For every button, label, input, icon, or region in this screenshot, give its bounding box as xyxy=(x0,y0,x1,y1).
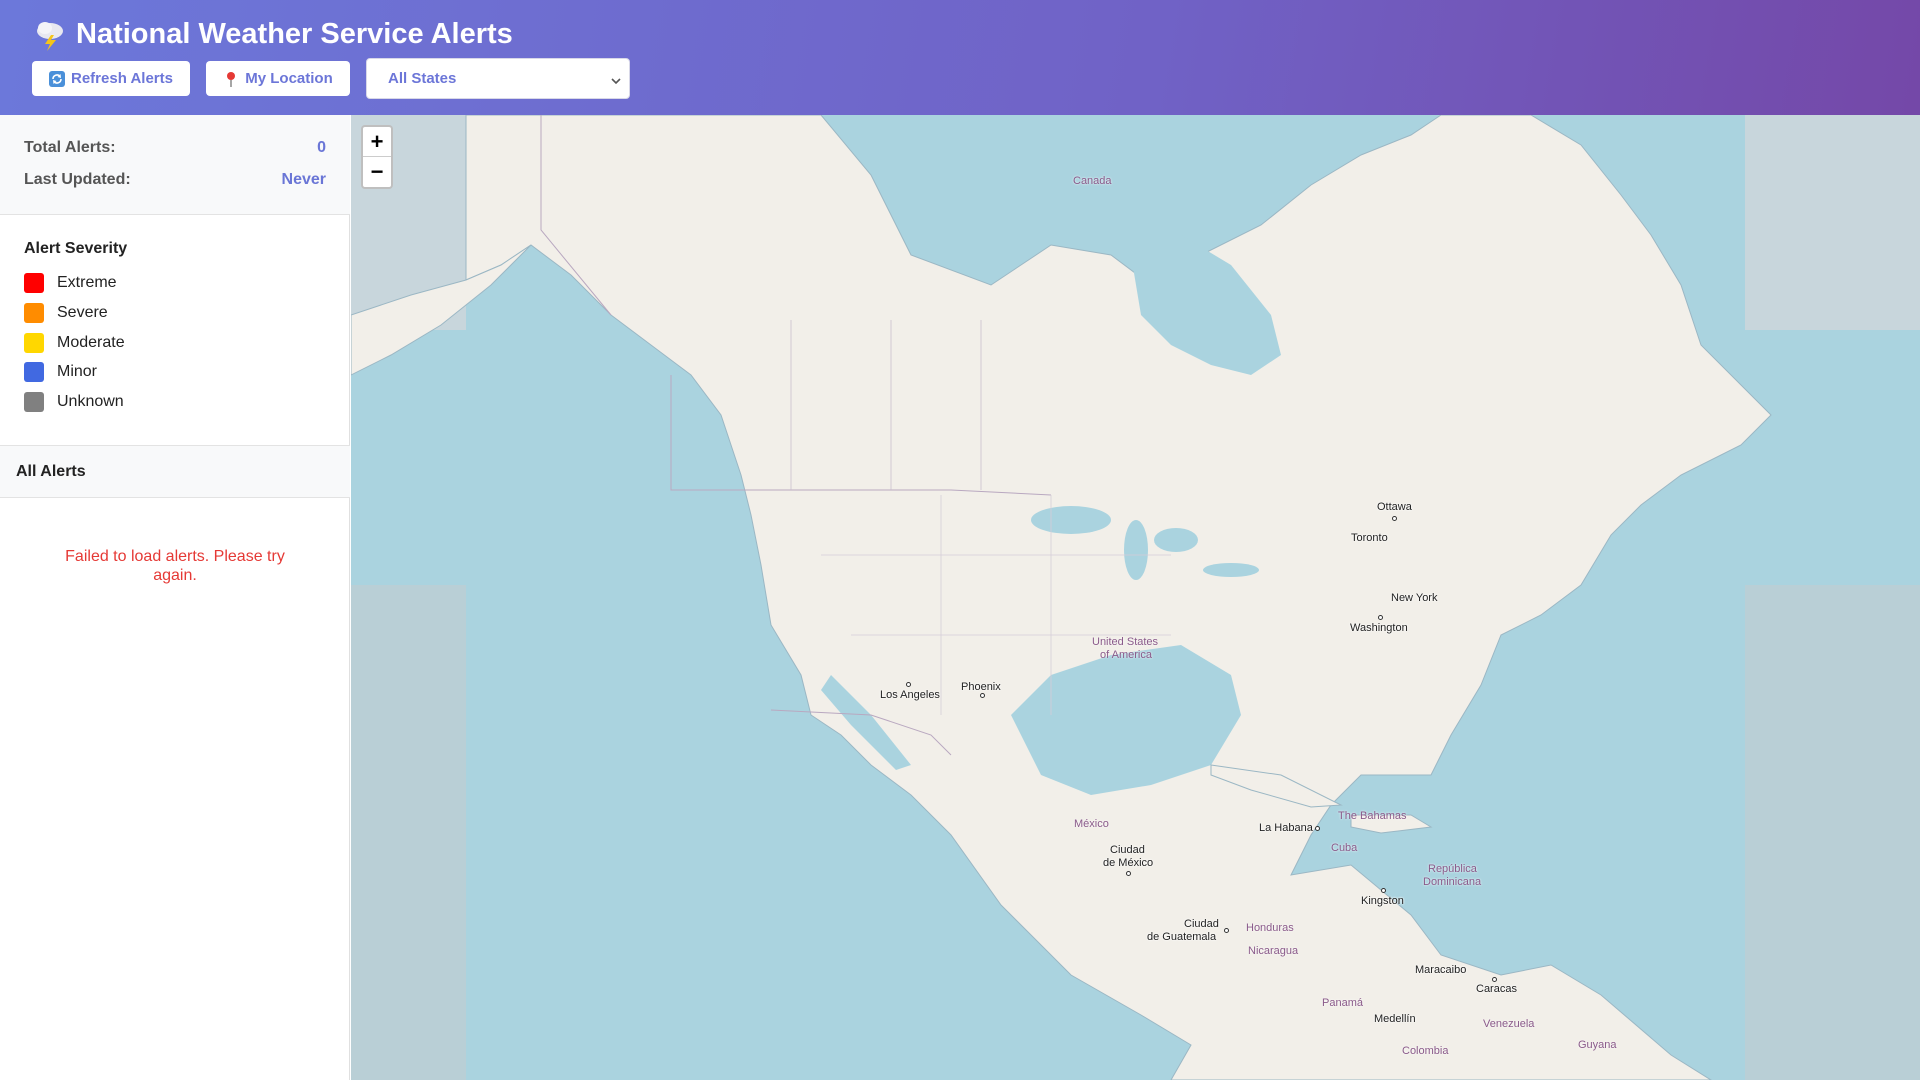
map-label-usa-line2: of America xyxy=(1100,649,1152,661)
state-select[interactable]: All States xyxy=(366,58,630,99)
city-dot xyxy=(1315,826,1320,831)
weather-map[interactable]: + − Canada United States of America Méxi… xyxy=(351,115,1920,1080)
state-select-value: All States xyxy=(388,70,457,87)
alerts-list-title: All Alerts xyxy=(16,463,86,480)
map-city-ciudad-mexico-line2: de México xyxy=(1103,857,1154,869)
map-city-new-york: New York xyxy=(1391,592,1438,604)
map-city-ottawa: Ottawa xyxy=(1377,501,1412,513)
map-label-canada: Canada xyxy=(1073,175,1112,187)
legend-label: Unknown xyxy=(57,393,124,410)
city-dot xyxy=(906,682,911,687)
legend-swatch xyxy=(24,273,44,293)
city-dot xyxy=(1126,871,1131,876)
legend-item-minor: Minor xyxy=(24,362,97,382)
map-city-los-angeles: Los Angeles xyxy=(880,689,940,701)
city-dot xyxy=(1381,888,1386,893)
thunderstorm-icon xyxy=(32,16,68,52)
map-label-guyana: Guyana xyxy=(1578,1039,1617,1051)
map-label-bahamas: The Bahamas xyxy=(1338,810,1407,822)
city-dot xyxy=(1378,615,1383,620)
zoom-in-button[interactable]: + xyxy=(363,127,391,157)
legend-label: Moderate xyxy=(57,334,125,351)
zoom-out-button[interactable]: − xyxy=(363,157,391,187)
map-label-dominicana-line2: Dominicana xyxy=(1423,876,1482,888)
city-dot xyxy=(980,693,985,698)
stats-panel: Total Alerts: 0 Last Updated: Never xyxy=(0,115,350,215)
map-label-nicaragua: Nicaragua xyxy=(1248,945,1299,957)
map-city-kingston: Kingston xyxy=(1361,895,1404,907)
alerts-error-message: Failed to load alerts. Please try again. xyxy=(65,548,285,584)
map-city-la-habana: La Habana xyxy=(1259,822,1313,834)
chevron-down-icon xyxy=(611,73,621,85)
total-alerts-value: 0 xyxy=(317,139,326,156)
legend-swatch xyxy=(24,303,44,323)
map-city-washington: Washington xyxy=(1350,622,1408,634)
total-alerts-label: Total Alerts: xyxy=(24,139,116,156)
zoom-control: + − xyxy=(361,125,393,189)
sidebar: Total Alerts: 0 Last Updated: Never Aler… xyxy=(0,115,350,1080)
legend-label: Minor xyxy=(57,363,98,380)
legend-swatch xyxy=(24,333,44,353)
last-updated-value: Never xyxy=(281,171,326,188)
severity-legend: Alert Severity Extreme Severe Moderate M… xyxy=(0,215,350,446)
map-label-venezuela: Venezuela xyxy=(1483,1018,1535,1030)
total-alerts-row: Total Alerts: 0 xyxy=(24,139,326,157)
pin-icon xyxy=(223,71,239,87)
map-city-maracaibo: Maracaibo xyxy=(1415,964,1467,976)
map-label-panama: Panamá xyxy=(1322,997,1363,1009)
map-label-usa-line1: United States xyxy=(1092,636,1159,648)
my-location-button[interactable]: My Location xyxy=(206,61,350,96)
app-header: National Weather Service Alerts Refresh … xyxy=(0,0,1920,115)
map-label-cuba: Cuba xyxy=(1331,842,1358,854)
legend-label: Severe xyxy=(57,304,108,321)
city-dot xyxy=(1392,516,1397,521)
map-label-colombia: Colombia xyxy=(1402,1045,1449,1057)
legend-item-moderate: Moderate xyxy=(24,333,125,353)
legend-swatch xyxy=(24,392,44,412)
legend-item-unknown: Unknown xyxy=(24,392,124,412)
map-label-mexico: México xyxy=(1074,818,1109,830)
app-title: National Weather Service Alerts xyxy=(32,14,513,54)
map-label-dominicana-line1: República xyxy=(1428,863,1477,875)
map-city-caracas: Caracas xyxy=(1476,983,1517,995)
last-updated-row: Last Updated: Never xyxy=(24,171,326,189)
map-city-toronto: Toronto xyxy=(1351,532,1388,544)
refresh-alerts-button[interactable]: Refresh Alerts xyxy=(32,61,190,96)
map-city-ciudad-mexico-line1: Ciudad xyxy=(1110,844,1145,856)
my-location-label: My Location xyxy=(245,70,333,87)
app-title-text: National Weather Service Alerts xyxy=(76,17,513,50)
refresh-icon xyxy=(49,70,65,87)
map-city-medellin: Medellín xyxy=(1374,1013,1416,1025)
legend-swatch xyxy=(24,362,44,382)
map-city-guatemala-line2: de Guatemala xyxy=(1147,931,1217,943)
map-basemap xyxy=(351,115,1920,1080)
legend-label: Extreme xyxy=(57,274,117,291)
legend-title: Alert Severity xyxy=(24,240,128,257)
city-dot xyxy=(1224,928,1229,933)
map-city-guatemala-line1: Ciudad xyxy=(1184,918,1219,930)
map-label-honduras: Honduras xyxy=(1246,922,1294,934)
alerts-list-header: All Alerts xyxy=(0,446,350,498)
refresh-alerts-label: Refresh Alerts xyxy=(71,70,173,87)
city-dot xyxy=(1492,977,1497,982)
last-updated-label: Last Updated: xyxy=(24,171,131,188)
map-city-phoenix: Phoenix xyxy=(961,681,1001,693)
legend-item-extreme: Extreme xyxy=(24,273,117,293)
legend-item-severe: Severe xyxy=(24,303,108,323)
